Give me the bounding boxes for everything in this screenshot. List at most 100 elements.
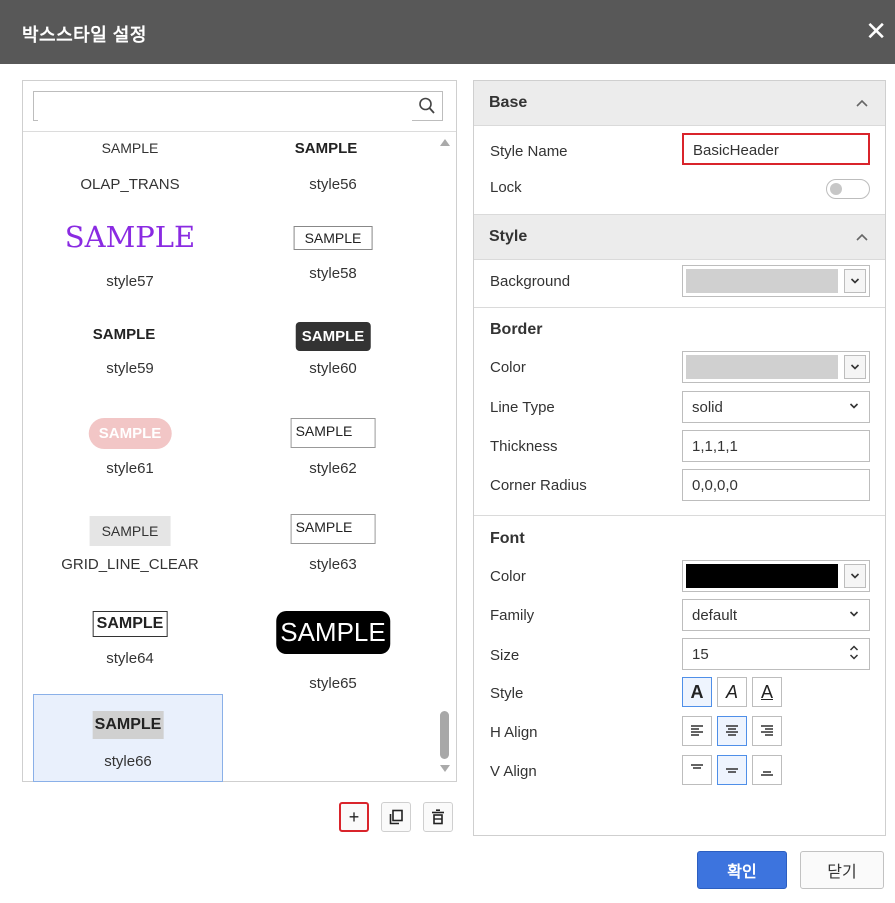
scroll-up-arrow-icon[interactable] [440, 139, 450, 146]
style-item-style61[interactable]: SAMPLE style61 [35, 414, 225, 504]
base-section-header[interactable]: Base [474, 81, 885, 126]
style-item-style59[interactable]: SAMPLE style59 [35, 317, 225, 407]
corner-radius-label: Corner Radius [490, 477, 587, 494]
properties-panel: Base Style Name BasicHeader Lock Style B… [473, 80, 886, 836]
align-left-icon [691, 725, 703, 736]
style-item-style62[interactable]: SAMPLE style62 [238, 414, 428, 504]
style-name: style65 [309, 675, 357, 692]
border-color-swatch [686, 355, 838, 379]
style-preview: SAMPLE [284, 138, 382, 159]
chevron-down-icon [849, 398, 859, 418]
style-item-olap-trans[interactable]: SAMPLE OLAP_TRANS [35, 132, 225, 222]
style-list-panel: SAMPLE OLAP_TRANS SAMPLE style56 SAMPLE … [22, 80, 457, 782]
border-color-picker[interactable] [682, 351, 870, 383]
style-item-style65[interactable]: SAMPLE style65 [238, 607, 428, 697]
ok-button[interactable]: 확인 [697, 851, 787, 889]
thickness-label: Thickness [490, 438, 558, 455]
border-color-label: Color [490, 359, 526, 376]
font-size-label: Size [490, 647, 520, 664]
style-name: OLAP_TRANS [80, 176, 180, 193]
search-icon[interactable] [418, 96, 436, 121]
search-input[interactable] [38, 93, 412, 121]
delete-style-button[interactable] [423, 802, 453, 832]
divider [474, 307, 885, 308]
style-item-style56[interactable]: SAMPLE style56 [238, 132, 428, 222]
chevron-up-icon[interactable] [855, 229, 869, 247]
style-item-grid-line-clear[interactable]: SAMPLE GRID_LINE_CLEAR [35, 512, 225, 602]
style-name: style62 [309, 460, 357, 477]
chevron-up-icon[interactable] [855, 95, 869, 113]
chevron-down-icon [849, 606, 859, 626]
background-swatch [686, 269, 838, 293]
bold-button[interactable]: A [682, 677, 712, 707]
valign-middle-button[interactable] [717, 755, 747, 785]
align-left-button[interactable] [682, 716, 712, 746]
italic-icon: A [725, 681, 738, 702]
line-type-value: solid [692, 399, 723, 416]
chevron-down-icon[interactable] [844, 269, 866, 293]
valign-top-button[interactable] [682, 755, 712, 785]
line-type-label: Line Type [490, 399, 555, 416]
valign-bottom-icon [761, 771, 773, 776]
font-heading: Font [490, 530, 525, 547]
style-name: GRID_LINE_CLEAR [61, 556, 199, 573]
style-name: style64 [106, 650, 154, 667]
style-name-input[interactable]: BasicHeader [682, 133, 870, 165]
line-type-select[interactable]: solid [682, 391, 870, 423]
style-name-value: BasicHeader [693, 142, 779, 159]
style-preview: SAMPLE [276, 611, 390, 654]
corner-radius-input[interactable]: 0,0,0,0 [682, 469, 870, 501]
style-name: style57 [106, 273, 154, 290]
style-item-style58[interactable]: SAMPLE style58 [238, 220, 428, 310]
style-preview: SAMPLE [80, 323, 180, 346]
style-name: style60 [309, 360, 357, 377]
style-item-style63[interactable]: SAMPLE style63 [238, 512, 428, 602]
style-preview: SAMPLE [293, 226, 373, 250]
lock-toggle[interactable] [826, 179, 870, 199]
chevron-down-icon[interactable] [844, 355, 866, 379]
valign-bottom-button[interactable] [752, 755, 782, 785]
v-align-label: V Align [490, 763, 537, 780]
background-color-picker[interactable] [682, 265, 870, 297]
align-center-button[interactable] [717, 716, 747, 746]
chevron-down-icon[interactable] [844, 564, 866, 588]
style-item-style60[interactable]: SAMPLE style60 [238, 317, 428, 407]
italic-button[interactable]: A [717, 677, 747, 707]
style-item-style64[interactable]: SAMPLE style64 [35, 607, 225, 697]
base-section-title: Base [489, 94, 528, 111]
scrollbar-thumb[interactable] [440, 711, 449, 759]
align-right-button[interactable] [752, 716, 782, 746]
align-right-icon [761, 725, 773, 736]
style-preview: SAMPLE [64, 220, 196, 254]
style-name: style56 [309, 176, 357, 193]
underline-button[interactable]: A [752, 677, 782, 707]
scroll-down-arrow-icon[interactable] [440, 765, 450, 772]
stepper-arrows-icon[interactable] [849, 643, 859, 667]
font-family-select[interactable]: default [682, 599, 870, 631]
font-color-picker[interactable] [682, 560, 870, 592]
close-button[interactable]: 닫기 [800, 851, 884, 889]
style-name: style59 [106, 360, 154, 377]
h-align-label: H Align [490, 724, 538, 741]
style-item-style57[interactable]: SAMPLE style57 [35, 220, 225, 310]
add-style-button[interactable]: + [339, 802, 369, 832]
style-item-style66[interactable]: SAMPLE style66 [33, 694, 223, 782]
style-name: style66 [104, 753, 152, 770]
style-name: style63 [309, 556, 357, 573]
font-family-value: default [692, 607, 738, 624]
underline-icon: A [760, 681, 773, 702]
copy-style-button[interactable] [381, 802, 411, 832]
style-preview: SAMPLE [89, 516, 171, 546]
thickness-value: 1,1,1,1 [692, 438, 738, 455]
valign-middle-icon [726, 768, 738, 773]
style-section-title: Style [489, 228, 528, 245]
style-preview: SAMPLE [295, 322, 371, 351]
search-box [33, 91, 443, 121]
style-preview: SAMPLE [92, 711, 164, 739]
font-size-stepper[interactable]: 15 [682, 638, 870, 670]
close-icon[interactable]: ✕ [865, 16, 887, 46]
style-section-header[interactable]: Style [474, 214, 885, 260]
thickness-input[interactable]: 1,1,1,1 [682, 430, 870, 462]
style-preview: SAMPLE [92, 611, 168, 637]
valign-top-icon [691, 764, 703, 769]
